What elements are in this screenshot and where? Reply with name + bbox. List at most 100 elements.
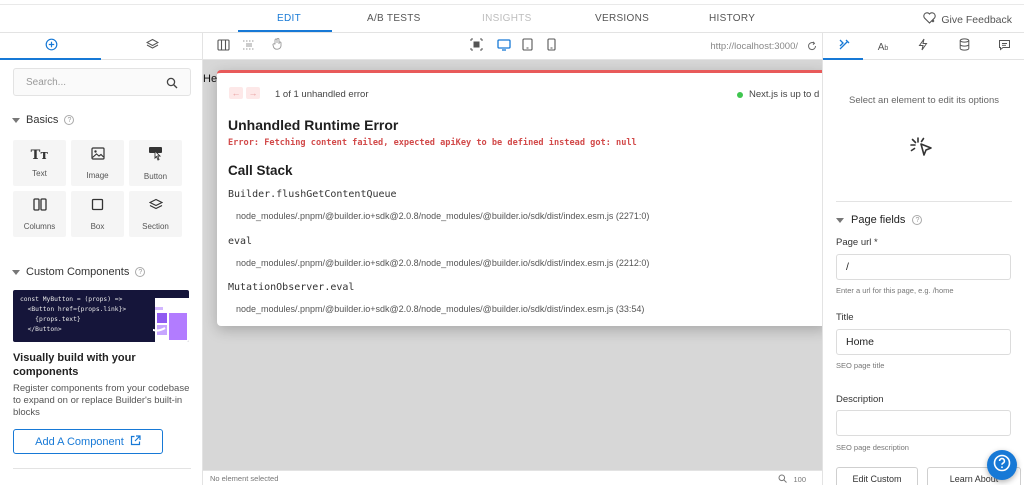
title-input[interactable] xyxy=(836,329,1011,355)
zoom-control[interactable]: 100 xyxy=(778,474,806,485)
block-button[interactable]: Button xyxy=(129,140,182,186)
description-input[interactable] xyxy=(836,410,1011,436)
stack-frame-function[interactable]: Builder.flushGetContentQueue xyxy=(228,189,397,200)
spacing-icon xyxy=(242,38,256,56)
fit-icon xyxy=(470,38,483,56)
tab-typography[interactable]: Ab xyxy=(874,39,892,55)
preview-frame: He ← → 1 of 1 unhandled error Next.js is… xyxy=(203,60,822,470)
stack-frame-path[interactable]: node_modules/.pnpm/@builder.io+sdk@2.0.8… xyxy=(236,258,649,268)
block-text[interactable]: Tт Text xyxy=(13,140,66,186)
tools-icon xyxy=(838,38,851,56)
top-strip xyxy=(0,0,1024,5)
block-label: Text xyxy=(32,169,47,178)
title-label: Title xyxy=(836,312,854,323)
tab-comments[interactable] xyxy=(995,39,1013,55)
question-icon xyxy=(993,454,1011,477)
mobile-icon xyxy=(546,38,556,56)
columns-icon xyxy=(32,197,47,216)
divider xyxy=(13,468,191,469)
page-url-help: Enter a url for this page, e.g. /home xyxy=(836,286,954,295)
page-fields-toggle[interactable]: Page fields ? xyxy=(836,214,923,226)
error-pagination: ← → xyxy=(229,87,260,99)
database-icon xyxy=(959,38,970,56)
tab-ab-tests[interactable]: A/B TESTS xyxy=(367,13,421,24)
desktop-view-button[interactable] xyxy=(496,39,512,55)
section-layers-icon xyxy=(148,198,163,216)
right-tab-indicator xyxy=(823,58,863,60)
block-section[interactable]: Section xyxy=(129,191,182,237)
preview-url[interactable]: http://localhost:3000/ xyxy=(710,41,798,52)
tab-history[interactable]: HISTORY xyxy=(709,13,755,24)
add-component-button[interactable]: Add A Component xyxy=(13,429,163,454)
help-chat-button[interactable] xyxy=(987,450,1017,480)
desktop-icon xyxy=(497,38,511,56)
tablet-view-button[interactable] xyxy=(519,38,535,55)
error-title: Unhandled Runtime Error xyxy=(228,117,399,133)
search-input[interactable] xyxy=(14,69,164,95)
error-overlay: ← → 1 of 1 unhandled error Next.js is up… xyxy=(217,70,822,326)
help-icon[interactable]: ? xyxy=(64,115,75,125)
stack-frame-function[interactable]: eval xyxy=(228,236,252,247)
image-icon xyxy=(90,146,105,165)
page-url-input[interactable] xyxy=(836,254,1011,280)
toggle-panels-button[interactable] xyxy=(215,39,231,55)
previous-error-button[interactable]: ← xyxy=(229,87,243,99)
title-help: SEO page title xyxy=(836,361,885,370)
box-icon xyxy=(91,198,104,216)
stack-frame-path[interactable]: node_modules/.pnpm/@builder.io+sdk@2.0.8… xyxy=(236,304,644,314)
search-icon[interactable] xyxy=(166,76,178,94)
plus-circle-icon xyxy=(45,38,58,56)
code-line: <Button href={props.link}> xyxy=(20,306,127,313)
refresh-icon xyxy=(807,38,817,56)
tab-versions[interactable]: VERSIONS xyxy=(595,13,649,24)
nextjs-status-text: Next.js is up to d xyxy=(749,89,820,100)
page-url-label: Page url * xyxy=(836,237,878,248)
block-label: Columns xyxy=(23,221,56,231)
mobile-view-button[interactable] xyxy=(543,38,559,56)
stack-frame-path[interactable]: node_modules/.pnpm/@builder.io+sdk@2.0.8… xyxy=(236,211,649,221)
block-columns[interactable]: Columns xyxy=(13,191,66,237)
insert-tab[interactable] xyxy=(41,38,61,56)
left-panel-tabs xyxy=(0,33,202,60)
description-label: Description xyxy=(836,394,884,405)
left-panel: Basics ? Tт Text Image Button xyxy=(0,33,203,485)
left-tab-indicator xyxy=(0,58,101,60)
tab-data[interactable] xyxy=(955,38,973,56)
add-component-label: Add A Component xyxy=(35,435,124,448)
code-line: {props.text} xyxy=(20,316,81,323)
custom-components-description: Register components from your codebase t… xyxy=(13,383,190,418)
help-icon[interactable]: ? xyxy=(135,267,146,277)
block-label: Image xyxy=(86,170,109,180)
tab-style[interactable] xyxy=(835,39,853,55)
next-error-button[interactable]: → xyxy=(246,87,260,99)
feedback-label: Give Feedback xyxy=(941,13,1012,26)
tab-insights[interactable]: INSIGHTS xyxy=(482,13,532,24)
right-panel: Ab Select an element to edit its options xyxy=(822,33,1024,485)
selection-hint: Select an element to edit its options xyxy=(849,95,999,106)
basics-title: Basics xyxy=(26,114,59,126)
lightning-icon xyxy=(918,38,928,56)
spacing-toggle-button[interactable] xyxy=(241,39,257,55)
error-count: 1 of 1 unhandled error xyxy=(275,89,369,100)
edit-custom-button[interactable]: Edit Custom xyxy=(836,467,918,485)
give-feedback-button[interactable]: Give Feedback xyxy=(923,12,1012,27)
fit-frame-button[interactable] xyxy=(468,38,484,56)
text-icon: Tт xyxy=(30,148,49,163)
block-image[interactable]: Image xyxy=(71,140,124,186)
chevron-down-icon xyxy=(12,117,20,123)
interact-mode-button[interactable] xyxy=(269,38,285,55)
tab-interactions[interactable] xyxy=(914,38,932,56)
help-icon[interactable]: ? xyxy=(912,215,923,225)
click-pointer-icon xyxy=(907,134,937,169)
block-box[interactable]: Box xyxy=(71,191,124,237)
basic-blocks-grid: Tт Text Image Button Columns Box Section xyxy=(13,140,182,237)
stack-frame-function[interactable]: MutationObserver.eval xyxy=(228,282,354,293)
reload-button[interactable] xyxy=(804,39,820,55)
zoom-level: 100 xyxy=(793,475,806,484)
basics-section-toggle[interactable]: Basics ? xyxy=(12,114,75,126)
block-label: Button xyxy=(143,171,168,181)
layers-tab[interactable] xyxy=(142,38,162,55)
tab-edit[interactable]: EDIT xyxy=(277,13,301,24)
custom-components-toggle[interactable]: Custom Components ? xyxy=(12,266,146,278)
error-message: Error: Fetching content failed, expected… xyxy=(228,138,637,148)
